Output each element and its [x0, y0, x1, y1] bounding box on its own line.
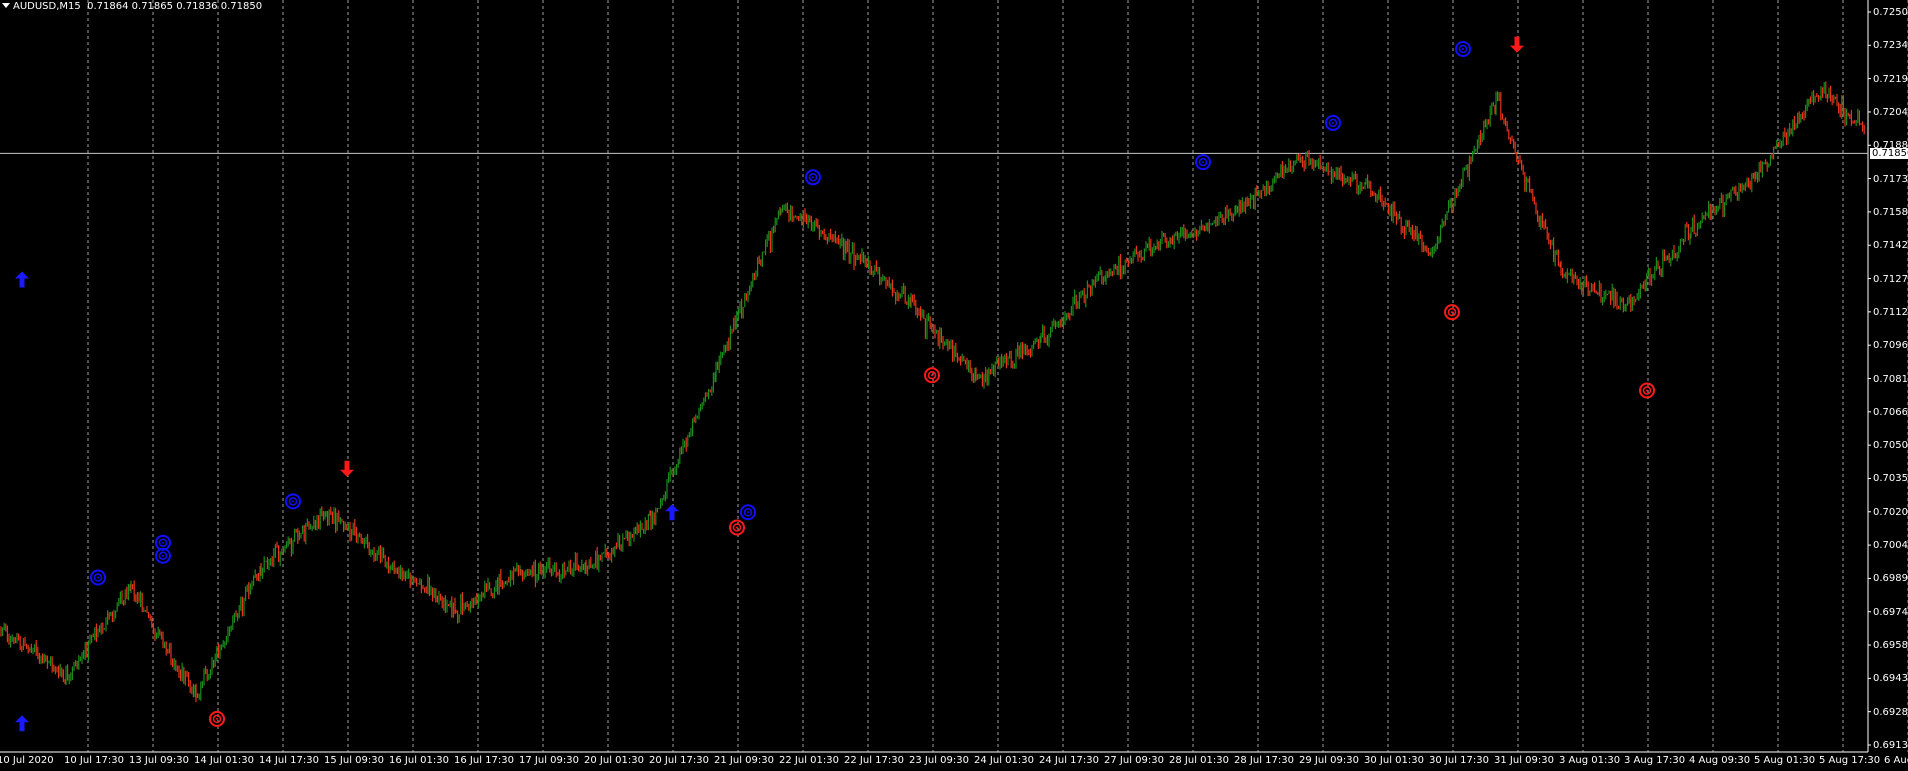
price-axis-label: 0.69585 [1873, 640, 1908, 652]
time-axis-label: 22 Jul 17:30 [844, 755, 904, 766]
time-axis-label: 10 Jul 2020 [0, 755, 54, 766]
price-axis-label: 0.69890 [1873, 573, 1908, 585]
time-axis-label: 14 Jul 17:30 [259, 755, 319, 766]
buy-arrow-up-icon [665, 504, 679, 521]
time-axis-label: 29 Jul 09:30 [1299, 755, 1359, 766]
time-axis-label: 13 Jul 09:30 [129, 755, 189, 766]
time-axis-label: 16 Jul 17:30 [454, 755, 514, 766]
time-axis-label: 30 Jul 01:30 [1364, 755, 1424, 766]
blue-target-icon [155, 547, 171, 564]
blue-target-icon [1195, 154, 1211, 171]
time-axis-label: 22 Jul 01:30 [779, 755, 839, 766]
sell-arrow-down-icon [340, 460, 354, 477]
time-axis-label: 27 Jul 09:30 [1104, 755, 1164, 766]
time-axis-label: 17 Jul 09:30 [519, 755, 579, 766]
price-axis-label: 0.70810 [1873, 373, 1908, 385]
buy-arrow-up-icon [15, 715, 29, 732]
price-axis-label: 0.71580 [1873, 206, 1908, 218]
time-axis-label: 10 Jul 17:30 [64, 755, 124, 766]
time-axis-label: 28 Jul 01:30 [1169, 755, 1229, 766]
time-axis-label: 23 Jul 09:30 [909, 755, 969, 766]
price-axis-label: 0.71120 [1873, 306, 1908, 318]
red-target-icon [209, 710, 225, 727]
blue-target-icon [805, 169, 821, 186]
time-axis-label: 31 Jul 09:30 [1494, 755, 1554, 766]
time-axis-label: 24 Jul 17:30 [1039, 755, 1099, 766]
price-axis-label: 0.72345 [1873, 40, 1908, 52]
time-axis-label: 3 Aug 17:30 [1624, 755, 1686, 766]
red-target-icon [1444, 304, 1460, 321]
time-axis-label: 5 Aug 01:30 [1754, 755, 1816, 766]
symbol-label: AUDUSD,M15 [13, 1, 81, 12]
time-axis-label: 6 Aug 09:30 [1884, 755, 1908, 766]
price-axis-label: 0.71730 [1873, 173, 1908, 185]
time-axis-label: 28 Jul 17:30 [1234, 755, 1294, 766]
buy-arrow-up-icon [15, 271, 29, 288]
price-axis-label: 0.71270 [1873, 273, 1908, 285]
time-axis-label: 15 Jul 09:30 [324, 755, 384, 766]
chart-window[interactable]: AUDUSD,M15 0.71864 0.71865 0.71836 0.718… [0, 0, 1908, 771]
sell-arrow-down-icon [1510, 36, 1524, 53]
time-axis-label: 16 Jul 01:30 [389, 755, 449, 766]
dropdown-triangle-icon[interactable] [2, 3, 10, 8]
price-chart[interactable] [0, 0, 1908, 771]
time-axis-label: 20 Jul 17:30 [649, 755, 709, 766]
time-axis-label: 24 Jul 01:30 [974, 755, 1034, 766]
price-axis-label: 0.69130 [1873, 740, 1908, 751]
blue-target-icon [285, 493, 301, 510]
red-target-icon [924, 367, 940, 384]
blue-target-icon [1455, 40, 1471, 57]
price-axis-label: 0.70045 [1873, 540, 1908, 552]
price-axis-label: 0.70505 [1873, 440, 1908, 452]
price-axis-label: 0.70350 [1873, 473, 1908, 485]
red-target-icon [1639, 382, 1655, 399]
price-axis-label: 0.70660 [1873, 406, 1908, 418]
price-axis-label: 0.69740 [1873, 606, 1908, 618]
time-axis-label: 14 Jul 01:30 [194, 755, 254, 766]
blue-target-icon [740, 504, 756, 521]
price-axis-label: 0.72500 [1873, 7, 1908, 18]
price-axis-label: 0.72040 [1873, 106, 1908, 118]
price-axis-label: 0.69280 [1873, 706, 1908, 718]
red-target-icon [729, 519, 745, 536]
price-axis-label: 0.72190 [1873, 73, 1908, 85]
price-axis-label: 0.70200 [1873, 506, 1908, 518]
blue-target-icon [90, 569, 106, 586]
blue-target-icon [155, 534, 171, 551]
ohlc-values: 0.71864 0.71865 0.71836 0.71850 [87, 1, 263, 12]
price-axis-label: 0.70965 [1873, 340, 1908, 352]
symbol-header: AUDUSD,M15 0.71864 0.71865 0.71836 0.718… [2, 1, 262, 13]
blue-target-icon [1325, 114, 1341, 131]
time-axis-label: 30 Jul 17:30 [1429, 755, 1489, 766]
current-price-tag: 0.71850 [1870, 148, 1908, 160]
price-axis-label: 0.71425 [1873, 240, 1908, 252]
time-axis-label: 4 Aug 09:30 [1689, 755, 1751, 766]
time-axis-label: 20 Jul 01:30 [584, 755, 644, 766]
time-axis-label: 5 Aug 17:30 [1819, 755, 1881, 766]
time-axis-label: 21 Jul 09:30 [714, 755, 774, 766]
time-axis-label: 3 Aug 01:30 [1559, 755, 1621, 766]
price-axis-label: 0.69435 [1873, 673, 1908, 685]
